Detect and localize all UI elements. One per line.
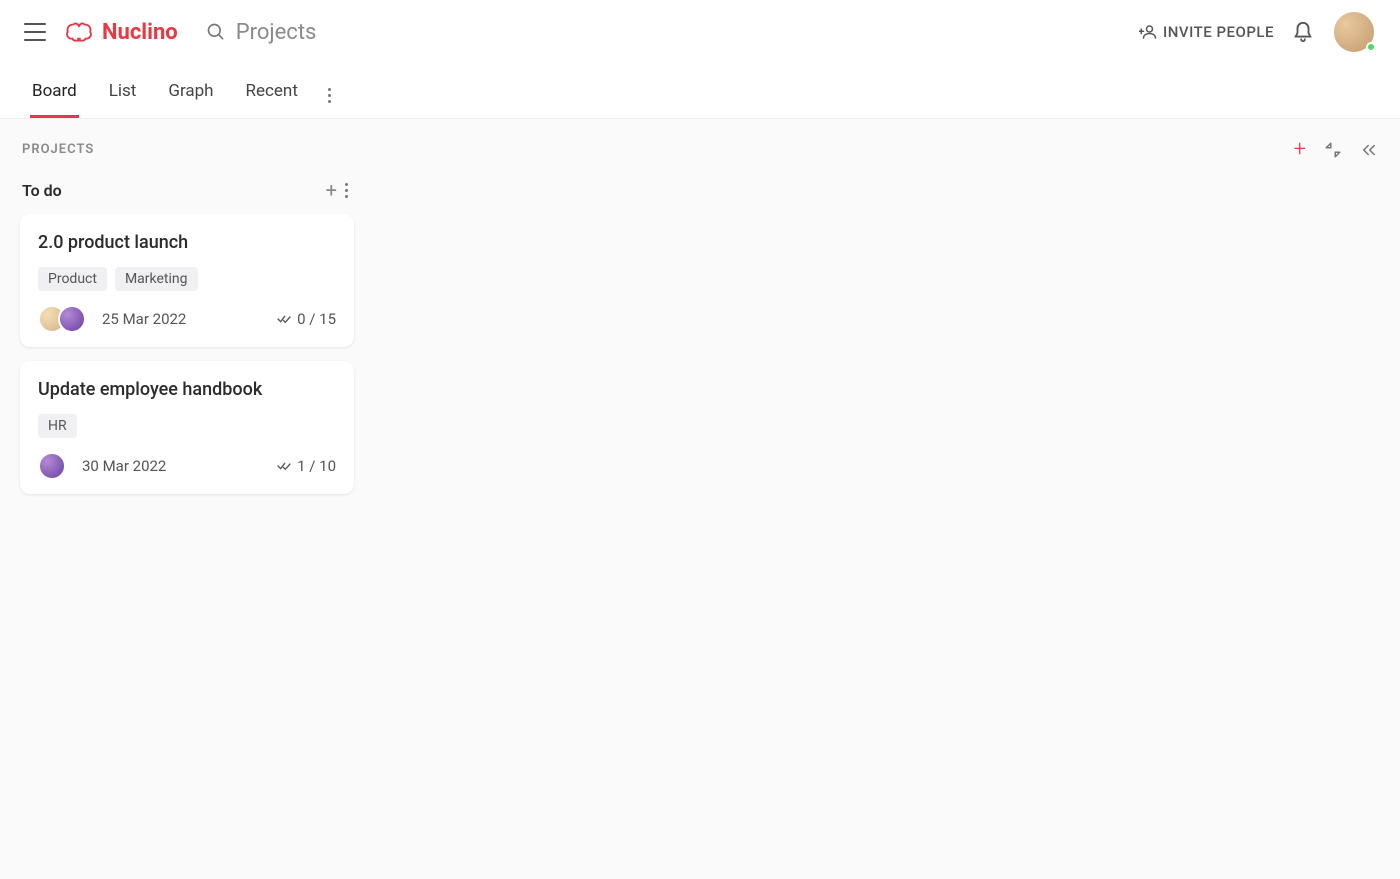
- card-avatars: [38, 305, 86, 333]
- tag: HR: [38, 414, 77, 438]
- card-avatars: [38, 452, 66, 480]
- collapse-diagonal-icon[interactable]: [1324, 141, 1342, 159]
- collapse-panel-button[interactable]: [1360, 141, 1378, 159]
- avatar: [38, 452, 66, 480]
- invite-icon: [1139, 23, 1157, 41]
- invite-people-button[interactable]: INVITE PEOPLE: [1139, 23, 1274, 41]
- board-area: PROJECTS + To do +2.0 product launch Produ…: [0, 119, 1400, 879]
- search-button[interactable]: Projects: [206, 20, 317, 45]
- column-header: To do +: [20, 174, 354, 214]
- card-footer: 30 Mar 2022 1 / 10: [38, 452, 336, 480]
- column-todo: To do +2.0 product launch Product Marketing…: [20, 174, 354, 508]
- tab-more-button[interactable]: [328, 77, 331, 117]
- search-icon: [206, 22, 226, 42]
- breadcrumb: Projects: [236, 20, 317, 45]
- user-menu[interactable]: [1332, 10, 1376, 54]
- add-column-button[interactable]: +: [1294, 137, 1306, 162]
- app-logo[interactable]: Nuclino: [64, 20, 178, 45]
- card-meta: 1 / 10: [276, 457, 336, 475]
- card[interactable]: Update employee handbook HR 30 Mar 2022 1 /…: [20, 361, 354, 494]
- column-add-card-button[interactable]: +: [326, 178, 337, 202]
- card-checklist-count: 0 / 15: [297, 310, 336, 328]
- card-tags: Product Marketing: [38, 267, 336, 291]
- topbar: Nuclino Projects INVITE PEOPLE: [0, 0, 1400, 65]
- more-icon: [345, 183, 348, 198]
- checklist-icon: [276, 458, 292, 474]
- card-checklist: 1 / 10: [276, 457, 336, 475]
- column-title: To do: [22, 181, 62, 200]
- card-title: Update employee handbook: [38, 379, 336, 400]
- board-columns: To do +2.0 product launch Product Marketing…: [20, 174, 1380, 508]
- tab-list[interactable]: List: [107, 75, 139, 118]
- more-icon: [328, 88, 331, 103]
- card-date: 25 Mar 2022: [102, 310, 186, 328]
- column-more-button[interactable]: [345, 183, 348, 198]
- app-name: Nuclino: [102, 20, 178, 45]
- card-checklist: 0 / 15: [276, 310, 336, 328]
- brain-icon: [64, 20, 94, 44]
- card-footer: 25 Mar 2022 0 / 15: [38, 305, 336, 333]
- invite-label: INVITE PEOPLE: [1163, 23, 1274, 41]
- card-title: 2.0 product launch: [38, 232, 336, 253]
- card-checklist-count: 1 / 10: [297, 457, 336, 475]
- tag: Product: [38, 267, 107, 291]
- avatar: [58, 305, 86, 333]
- board-header: PROJECTS +: [20, 135, 1380, 174]
- tab-graph[interactable]: Graph: [166, 75, 215, 118]
- card[interactable]: 2.0 product launch Product Marketing 25 Mar…: [20, 214, 354, 347]
- tag: Marketing: [115, 267, 198, 291]
- card-tags: HR: [38, 414, 336, 438]
- view-tabs: Board List Graph Recent: [0, 65, 1400, 119]
- card-date: 30 Mar 2022: [82, 457, 166, 475]
- tab-board[interactable]: Board: [30, 75, 79, 118]
- board-title: PROJECTS: [22, 142, 94, 157]
- menu-button[interactable]: [24, 23, 46, 41]
- checklist-icon: [276, 311, 292, 327]
- tab-recent[interactable]: Recent: [244, 75, 300, 118]
- card-meta: 0 / 15: [276, 310, 336, 328]
- presence-indicator: [1366, 42, 1376, 52]
- notifications-button[interactable]: [1292, 21, 1314, 43]
